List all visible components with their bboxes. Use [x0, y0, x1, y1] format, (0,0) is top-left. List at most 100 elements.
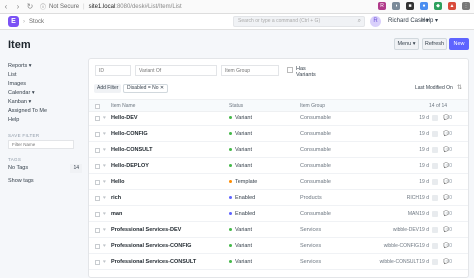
list-row[interactable]: ♥ man Enabled Consumable MAN 19 d 💬0 — [89, 208, 468, 222]
item-name[interactable]: Hello-DEPLOY — [111, 160, 149, 173]
list-row[interactable]: ♥ Hello-CONSULT Variant Consumable 19 d 💬0 — [89, 144, 468, 158]
like-icon[interactable]: ♥ — [103, 208, 106, 221]
like-icon[interactable]: ♥ — [103, 256, 106, 269]
has-variants-checkbox[interactable] — [287, 67, 293, 73]
row-checkbox[interactable] — [95, 132, 100, 137]
app-logo[interactable]: E — [8, 16, 19, 27]
item-group: Products — [300, 195, 322, 201]
address-separator: | — [83, 3, 85, 10]
list-row[interactable]: ♥ rich Enabled Products RICH 19 d 💬0 — [89, 192, 468, 206]
refresh-button[interactable]: Refresh — [422, 38, 447, 50]
modified-age: 19 d — [419, 227, 429, 233]
show-tags-link[interactable]: Show tags — [8, 177, 82, 186]
like-icon[interactable]: ♥ — [103, 240, 106, 253]
like-icon[interactable]: ♥ — [103, 176, 106, 189]
comment-count: 💬0 — [443, 115, 453, 121]
item-name[interactable]: rich — [111, 192, 121, 205]
item-name[interactable]: man — [111, 208, 122, 221]
like-icon[interactable]: ♥ — [103, 128, 106, 141]
sidebar-item-calendar[interactable]: Calendar ▾ — [8, 89, 82, 98]
select-all-checkbox[interactable] — [95, 104, 100, 109]
status-indicator: Variant — [229, 160, 252, 173]
image-icon — [432, 211, 438, 217]
address-bar[interactable]: ⓘ Not Secure | site1.local:8080/desk#Lis… — [40, 2, 182, 12]
comment-count-value: 0 — [449, 227, 453, 233]
menu-button[interactable]: Menu ▾ — [394, 38, 419, 50]
list-row[interactable]: ♥ Hello-DEV Variant Consumable 19 d 💬0 — [89, 112, 468, 126]
list-row[interactable]: ♥ Professional Services-DEV Variant Service… — [89, 224, 468, 238]
item-name[interactable]: Hello-CONSULT — [111, 144, 152, 157]
row-checkbox[interactable] — [95, 164, 100, 169]
sidebar-item-kanban[interactable]: Kanban ▾ — [8, 98, 82, 107]
like-icon[interactable]: ♥ — [103, 224, 106, 237]
item-attribute: RICH — [406, 195, 419, 201]
item-name[interactable]: Hello — [111, 176, 124, 189]
active-filter-tag[interactable]: Disabled = No ✕ — [123, 84, 169, 93]
item-group-filter-input[interactable] — [221, 65, 279, 76]
new-button[interactable]: New — [449, 38, 469, 50]
extension-icon[interactable]: ⋮ — [462, 2, 470, 10]
sidebar-item-assigned-to-me[interactable]: Assigned To Me — [8, 107, 82, 116]
item-group: Services — [300, 243, 322, 249]
item-group: Consumable — [300, 211, 331, 217]
tag-row-no-tags[interactable]: No Tags 14 — [8, 164, 82, 173]
item-name[interactable]: Hello-CONFIG — [111, 128, 148, 141]
search-icon: ⌕ — [357, 18, 361, 24]
back-icon[interactable]: ‹ — [0, 0, 12, 14]
has-variants-label: Has Variants — [296, 66, 316, 78]
row-checkbox[interactable] — [95, 116, 100, 121]
extension-icon[interactable]: ◑ — [392, 2, 400, 10]
row-checkbox[interactable] — [95, 228, 100, 233]
comment-count-value: 0 — [449, 211, 453, 217]
row-checkbox[interactable] — [95, 212, 100, 217]
extension-icon[interactable]: ■ — [406, 2, 414, 10]
modified-age: 19 d — [419, 115, 429, 121]
list-row[interactable]: ♥ Professional Services-CONFIG Variant Serv… — [89, 240, 468, 254]
status-indicator: Enabled — [229, 192, 255, 205]
like-icon[interactable]: ♥ — [103, 144, 106, 157]
extension-icon[interactable]: ● — [420, 2, 428, 10]
list-row[interactable]: ♥ Professional Services-CONSULT Variant Ser… — [89, 256, 468, 270]
image-icon — [432, 227, 438, 233]
sort-selector[interactable]: Last Modified On — [415, 85, 453, 91]
like-icon[interactable]: ♥ — [103, 160, 106, 173]
like-icon[interactable]: ♥ — [103, 112, 106, 125]
awesome-bar-search[interactable]: Search or type a command (Ctrl + G) ⌕ — [233, 16, 365, 27]
comment-count: 💬0 — [443, 147, 453, 153]
help-menu[interactable]: Help ▾ — [421, 17, 438, 24]
row-checkbox[interactable] — [95, 244, 100, 249]
sidebar-item-help[interactable]: Help — [8, 116, 82, 125]
avatar[interactable]: R — [370, 16, 381, 27]
extension-icon[interactable]: R — [378, 2, 386, 10]
row-checkbox[interactable] — [95, 196, 100, 201]
item-name[interactable]: Professional Services-CONSULT — [111, 256, 196, 269]
row-checkbox[interactable] — [95, 148, 100, 153]
sidebar-item-reports[interactable]: Reports ▾ — [8, 62, 82, 71]
status-dot-icon — [229, 260, 232, 264]
forward-icon[interactable]: › — [12, 0, 24, 14]
list-row[interactable]: ♥ Hello Template Consumable 19 d 💬0 — [89, 176, 468, 190]
sort-order-icon[interactable]: ⇅ — [457, 84, 462, 91]
list-row[interactable]: ♥ Hello-CONFIG Variant Consumable 19 d 💬0 — [89, 128, 468, 142]
item-attribute: MAN — [407, 211, 419, 217]
sidebar-item-images[interactable]: Images — [8, 80, 82, 89]
extension-icon[interactable]: ◆ — [434, 2, 442, 10]
reload-icon[interactable]: ↻ — [24, 0, 36, 14]
id-filter-input[interactable] — [95, 65, 131, 76]
item-name[interactable]: Professional Services-CONFIG — [111, 240, 191, 253]
item-name[interactable]: Hello-DEV — [111, 112, 138, 125]
row-checkbox[interactable] — [95, 180, 100, 185]
like-icon[interactable]: ♥ — [103, 192, 106, 205]
row-checkbox[interactable] — [95, 260, 100, 265]
filter-name-input[interactable] — [8, 140, 74, 149]
status-label: Variant — [235, 227, 253, 233]
extension-icon[interactable]: ▲ — [448, 2, 456, 10]
variant-of-filter-input[interactable] — [135, 65, 217, 76]
status-dot-icon — [229, 228, 232, 232]
info-icon: ⓘ — [40, 5, 47, 11]
list-row[interactable]: ♥ Hello-DEPLOY Variant Consumable 19 d 💬0 — [89, 160, 468, 174]
item-name[interactable]: Professional Services-DEV — [111, 224, 181, 237]
breadcrumb-stock[interactable]: Stock — [29, 19, 44, 25]
sidebar-item-list[interactable]: List — [8, 71, 82, 80]
add-filter-button[interactable]: Add Filter — [94, 84, 122, 93]
